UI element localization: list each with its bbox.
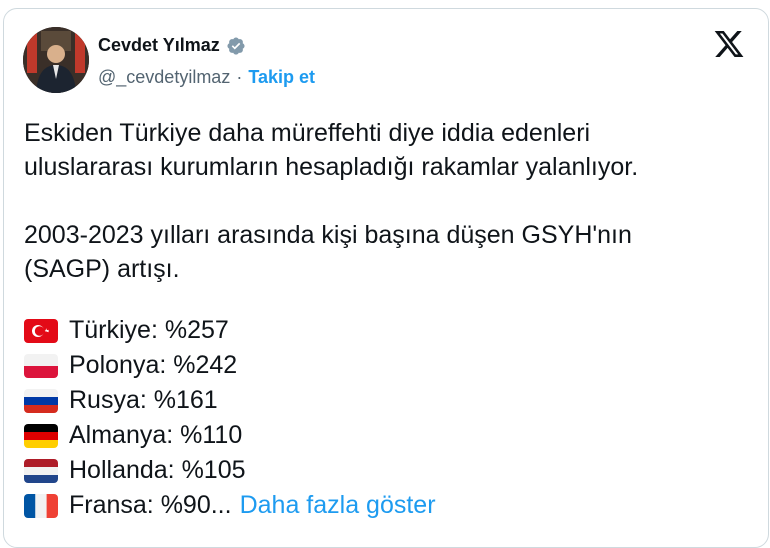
verified-badge-icon <box>227 36 245 55</box>
list-item: Türkiye: %257 <box>24 313 436 348</box>
list-item: Rusya: %161 <box>24 383 436 418</box>
x-logo-icon[interactable] <box>713 28 745 60</box>
list-item-text: Almanya: %110 <box>69 421 243 449</box>
list-item: Almanya: %110 <box>24 418 436 453</box>
poland-flag-icon <box>24 353 58 378</box>
list-item-text: Rusya: %161 <box>69 386 218 414</box>
netherlands-flag-icon <box>24 458 58 483</box>
turkey-flag-icon <box>24 318 58 343</box>
author-name[interactable]: Cevdet Yılmaz <box>98 35 220 56</box>
post-paragraph-2: 2003-2023 yılları arasında kişi başına d… <box>24 221 632 283</box>
author-name-row: Cevdet Yılmaz <box>98 35 246 56</box>
post-text: Eskiden Türkiye daha müreffehti diye idd… <box>24 116 744 286</box>
russia-flag-icon <box>24 388 58 413</box>
country-list: Türkiye: %257 Polonya: %242 Rusya: %161 <box>24 313 436 523</box>
france-flag-icon <box>24 493 58 518</box>
list-item: Hollanda: %105 <box>24 453 436 488</box>
avatar[interactable] <box>23 27 89 93</box>
list-item: Polonya: %242 <box>24 348 436 383</box>
author-handle-row: @_cevdetyilmaz · Takip et <box>98 67 315 88</box>
list-item-text: Türkiye: %257 <box>69 316 229 344</box>
post-paragraph-1: Eskiden Türkiye daha müreffehti diye idd… <box>24 119 639 181</box>
germany-flag-icon <box>24 423 58 448</box>
separator-dot: · <box>236 67 243 87</box>
follow-button[interactable]: Takip et <box>248 67 315 88</box>
list-item-text: Polonya: %242 <box>69 351 238 379</box>
author-handle[interactable]: @_cevdetyilmaz <box>98 67 230 88</box>
list-item-text: Hollanda: %105 <box>69 456 246 484</box>
list-item: Fransa: %90... Daha fazla göster <box>24 488 436 523</box>
